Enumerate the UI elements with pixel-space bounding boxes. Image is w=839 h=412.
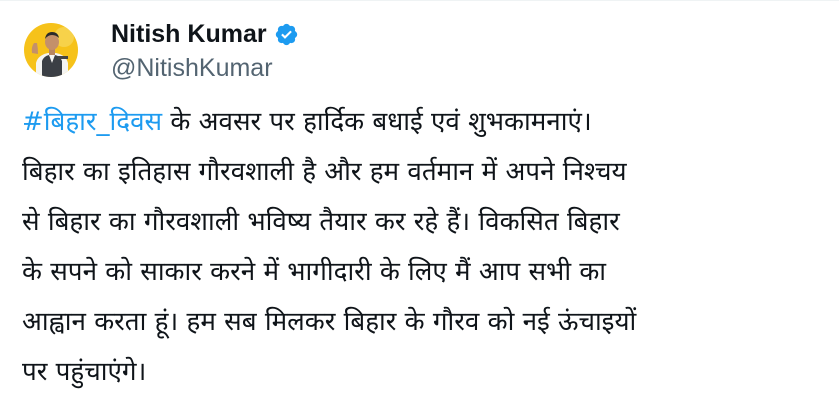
tweet[interactable]: Nitish Kumar @NitishKumar #बिहार_दिवस के… bbox=[0, 0, 839, 412]
tweet-text-line: #बिहार_दिवस के अवसर पर हार्दिक बधाई एवं … bbox=[22, 97, 827, 147]
tweet-text-line: से बिहार का गौरवशाली भविष्य तैयार कर रहे… bbox=[22, 207, 620, 237]
author-display-name[interactable]: Nitish Kumar bbox=[111, 20, 267, 49]
tweet-text-line: बिहार का इतिहास गौरवशाली है और हम वर्तमा… bbox=[22, 157, 627, 187]
hashtag-link[interactable]: #बिहार_दिवस bbox=[22, 107, 162, 137]
author-name-row: Nitish Kumar bbox=[111, 18, 299, 52]
tweet-text-line: के सपने को साकार करने में भागीदारी के लि… bbox=[22, 257, 607, 287]
tweet-text-segment: के अवसर पर हार्दिक बधाई एवं शुभकामनाएं। bbox=[162, 107, 592, 137]
tweet-text-line: पर पहुंचाएंगे। bbox=[22, 357, 147, 387]
tweet-header: Nitish Kumar @NitishKumar bbox=[24, 17, 299, 83]
author-names: Nitish Kumar @NitishKumar bbox=[111, 18, 299, 83]
author-handle[interactable]: @NitishKumar bbox=[111, 54, 299, 83]
avatar-image bbox=[24, 23, 78, 77]
tweet-text: #बिहार_दिवस के अवसर पर हार्दिक बधाई एवं … bbox=[22, 97, 827, 397]
verified-badge-icon bbox=[274, 22, 299, 47]
tweet-text-line: आह्वान करता हूं। हम सब मिलकर बिहार के गौ… bbox=[22, 307, 637, 337]
avatar[interactable] bbox=[24, 23, 78, 77]
